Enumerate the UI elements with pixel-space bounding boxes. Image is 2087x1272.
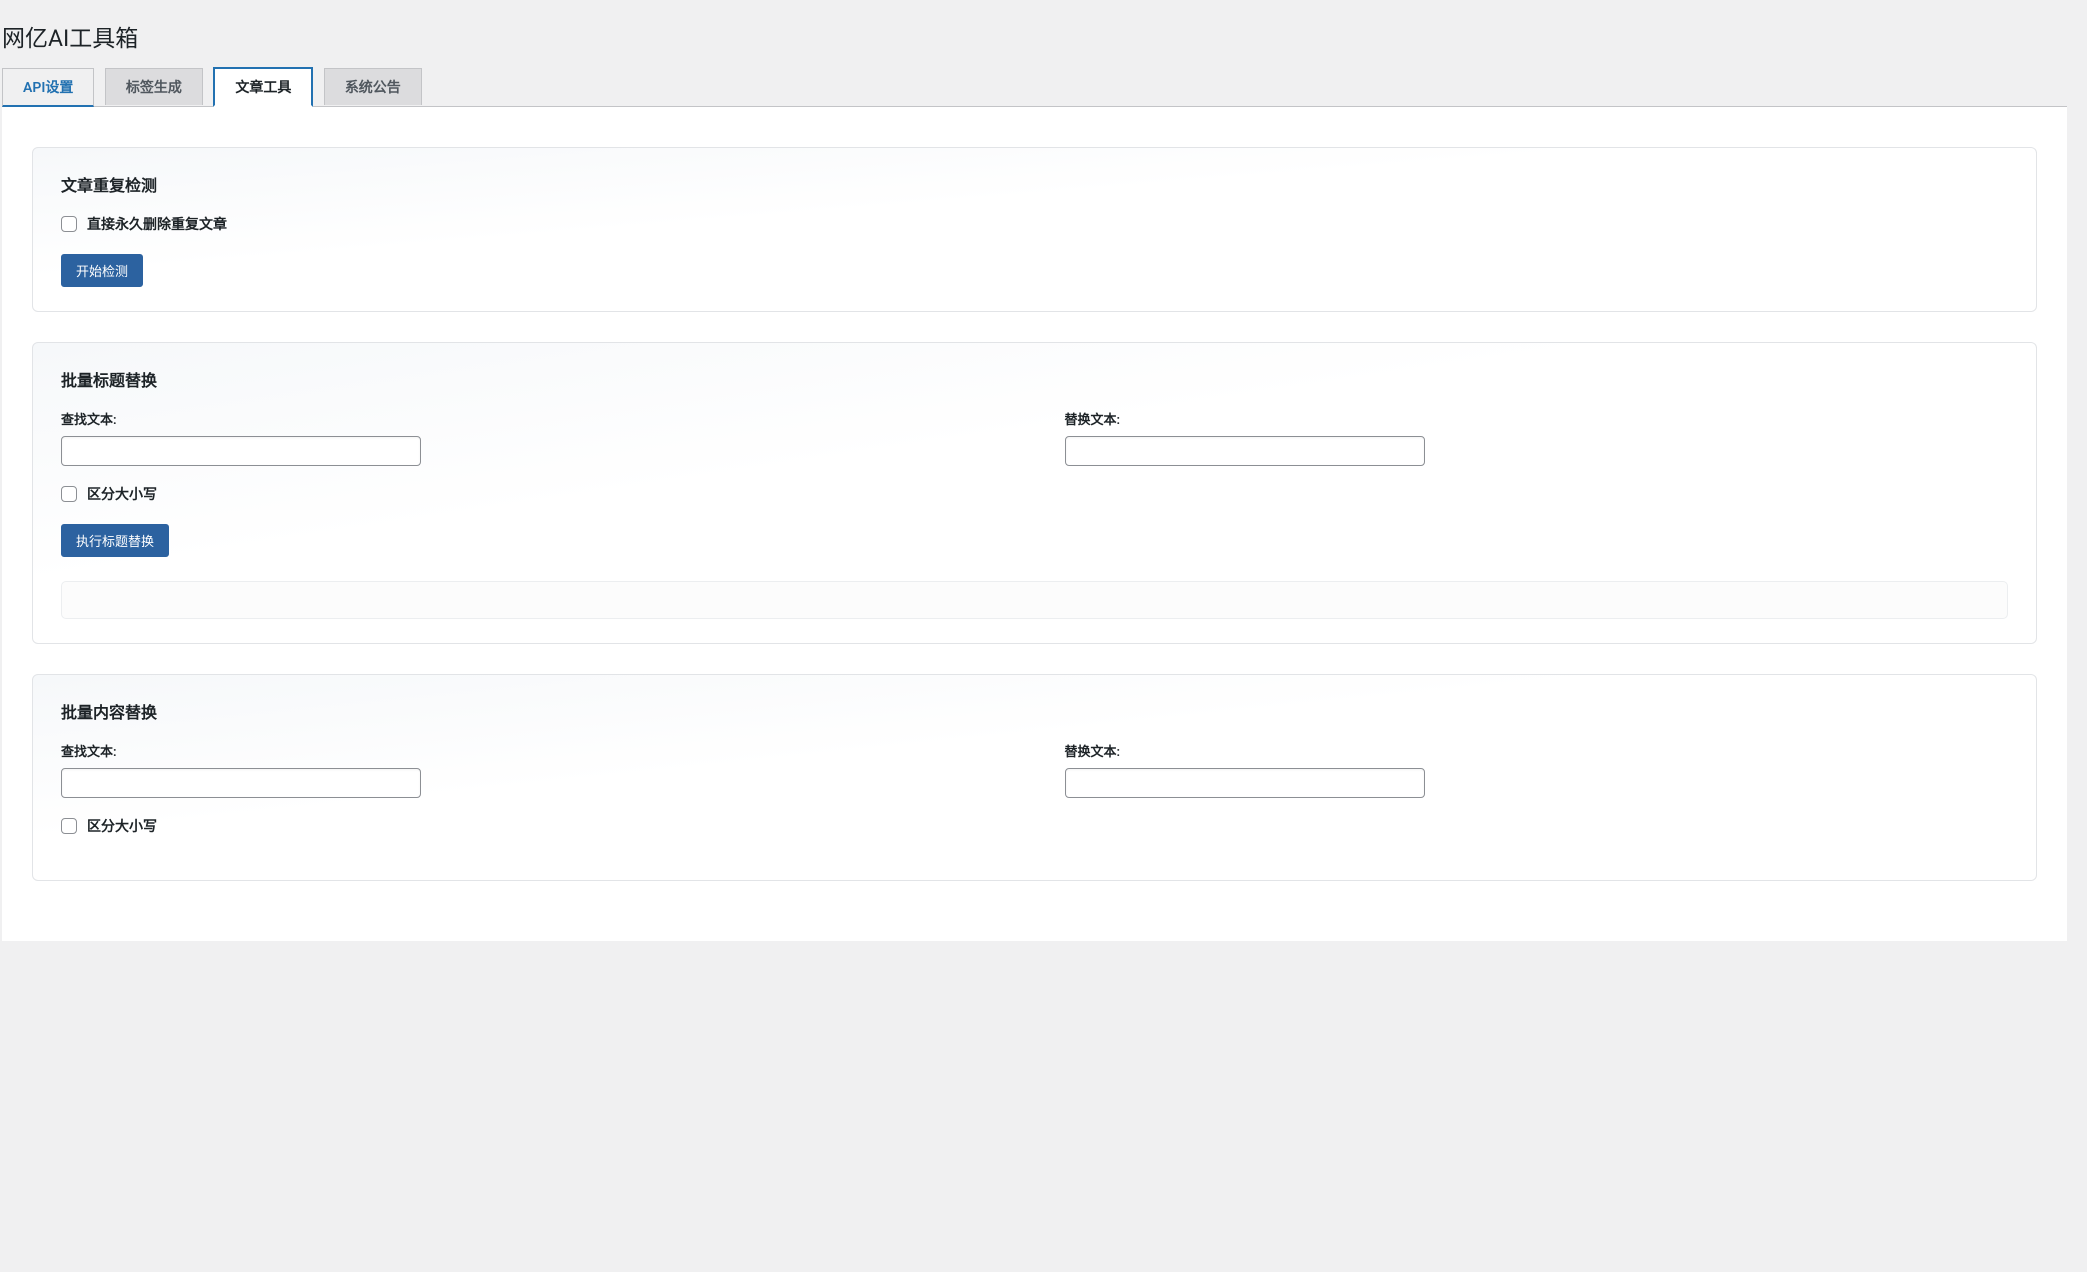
execute-title-replace-button[interactable]: 执行标题替换 xyxy=(61,524,169,557)
page-title: 网亿AI工具箱 xyxy=(2,10,2067,57)
tab-api-settings[interactable]: API设置 xyxy=(2,68,94,107)
title-replace-input[interactable] xyxy=(1065,436,1425,466)
title-case-label[interactable]: 区分大小写 xyxy=(87,484,157,504)
title-replace-heading: 批量标题替换 xyxy=(61,367,2008,391)
content-replace-input[interactable] xyxy=(1065,768,1425,798)
title-find-label: 查找文本: xyxy=(61,409,1005,428)
content-replace-label: 替换文本: xyxy=(1065,741,2009,760)
tab-bar: API设置 标签生成 文章工具 系统公告 xyxy=(2,57,2067,107)
content-case-label[interactable]: 区分大小写 xyxy=(87,816,157,836)
tab-content: 文章重复检测 直接永久删除重复文章 开始检测 批量标题替换 查找文本: 替换文本… xyxy=(2,107,2067,941)
title-replace-label: 替换文本: xyxy=(1065,409,2009,428)
tab-system-notice[interactable]: 系统公告 xyxy=(324,68,422,105)
title-replace-card: 批量标题替换 查找文本: 替换文本: 区分大小写 执行标题替换 xyxy=(32,342,2037,644)
title-case-checkbox[interactable] xyxy=(61,486,77,502)
content-replace-heading: 批量内容替换 xyxy=(61,699,2008,723)
content-find-label: 查找文本: xyxy=(61,741,1005,760)
dup-delete-checkbox[interactable] xyxy=(61,216,77,232)
content-find-input[interactable] xyxy=(61,768,421,798)
content-case-checkbox[interactable] xyxy=(61,818,77,834)
content-replace-card: 批量内容替换 查找文本: 替换文本: 区分大小写 xyxy=(32,674,2037,881)
title-replace-result xyxy=(61,581,2008,619)
title-find-input[interactable] xyxy=(61,436,421,466)
duplicate-detection-card: 文章重复检测 直接永久删除重复文章 开始检测 xyxy=(32,147,2037,312)
tab-article-tools[interactable]: 文章工具 xyxy=(213,67,313,107)
tab-tag-gen[interactable]: 标签生成 xyxy=(105,68,203,105)
dup-delete-label[interactable]: 直接永久删除重复文章 xyxy=(87,214,227,234)
start-detect-button[interactable]: 开始检测 xyxy=(61,254,143,287)
dup-detect-title: 文章重复检测 xyxy=(61,172,2008,196)
